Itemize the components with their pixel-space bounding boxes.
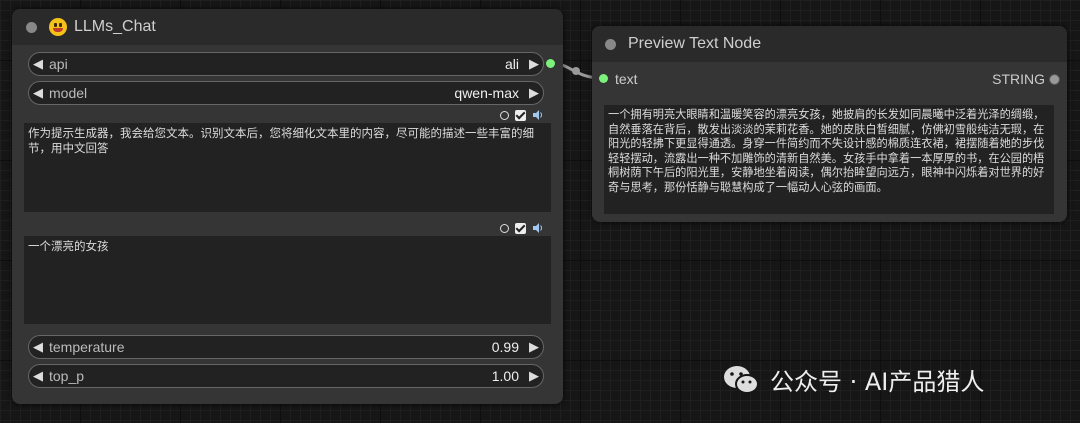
radio-icon[interactable]	[500, 110, 509, 120]
checkbox-icon[interactable]	[515, 222, 526, 234]
llm-chat-node[interactable]: LLMs_Chat ◀ api ali ▶ ◀ model qwen-max ▶…	[12, 9, 563, 404]
top-p-label: top_p	[49, 368, 85, 384]
speaker-icon[interactable]	[532, 109, 544, 121]
model-label: model	[49, 85, 88, 101]
collapse-dot-icon[interactable]	[26, 21, 37, 33]
right-arrow-icon[interactable]: ▶	[525, 339, 543, 355]
smiley-emoji-icon	[49, 18, 67, 36]
wechat-icon	[724, 365, 759, 394]
api-combo[interactable]: ◀ api ali ▶	[28, 52, 544, 76]
watermark-text: 公众号 · AI产品猎人	[770, 368, 985, 396]
top-p-number[interactable]: ◀ top_p 1.00 ▶	[28, 364, 544, 388]
temperature-number[interactable]: ◀ temperature 0.99 ▶	[28, 335, 544, 359]
api-label: api	[49, 56, 68, 72]
model-value: qwen-max	[454, 85, 519, 101]
collapse-dot-icon[interactable]	[605, 38, 616, 50]
right-arrow-icon[interactable]: ▶	[525, 56, 543, 72]
system-prompt-textarea[interactable]: 作为提示生成器，我会给您文本。识别文本后，您将细化文本里的内容，尽可能的描述一些…	[24, 123, 551, 212]
input-slot-icon[interactable]	[599, 74, 608, 83]
speaker-icon[interactable]	[532, 222, 544, 234]
llm-chat-node-title: LLMs_Chat	[74, 18, 156, 35]
radio-icon[interactable]	[500, 223, 509, 233]
left-arrow-icon[interactable]: ◀	[29, 339, 47, 355]
prompt-tools	[500, 222, 544, 234]
preview-node-title: Preview Text Node	[628, 35, 762, 52]
user-prompt-textarea[interactable]: 一个漂亮的女孩	[24, 236, 551, 324]
output-slot-icon[interactable]	[1049, 74, 1060, 85]
prompt-tools	[500, 109, 544, 121]
preview-text-node[interactable]: Preview Text Node text STRING 一个拥有明亮大眼睛和…	[592, 26, 1067, 222]
preview-node-header[interactable]: Preview Text Node	[592, 26, 1067, 62]
string-output-label: STRING	[992, 71, 1045, 87]
left-arrow-icon[interactable]: ◀	[29, 368, 47, 384]
temperature-value: 0.99	[491, 339, 519, 355]
api-value: ali	[504, 56, 519, 72]
checkbox-icon[interactable]	[515, 109, 526, 121]
watermark: 公众号 · AI产品猎人	[722, 362, 984, 397]
temperature-label: temperature	[49, 339, 125, 355]
right-arrow-icon[interactable]: ▶	[525, 368, 543, 384]
output-slot-icon[interactable]	[546, 59, 555, 68]
preview-text-area[interactable]: 一个拥有明亮大眼睛和温暖笑容的漂亮女孩，她披肩的长发如同晨曦中泛着光泽的绸缎，自…	[604, 105, 1054, 214]
model-combo[interactable]: ◀ model qwen-max ▶	[28, 81, 544, 105]
left-arrow-icon[interactable]: ◀	[29, 85, 47, 101]
left-arrow-icon[interactable]: ◀	[29, 56, 47, 72]
text-input-label: text	[615, 71, 638, 87]
right-arrow-icon[interactable]: ▶	[525, 85, 543, 101]
top-p-value: 1.00	[491, 368, 519, 384]
llm-chat-node-header[interactable]: LLMs_Chat	[12, 9, 563, 45]
